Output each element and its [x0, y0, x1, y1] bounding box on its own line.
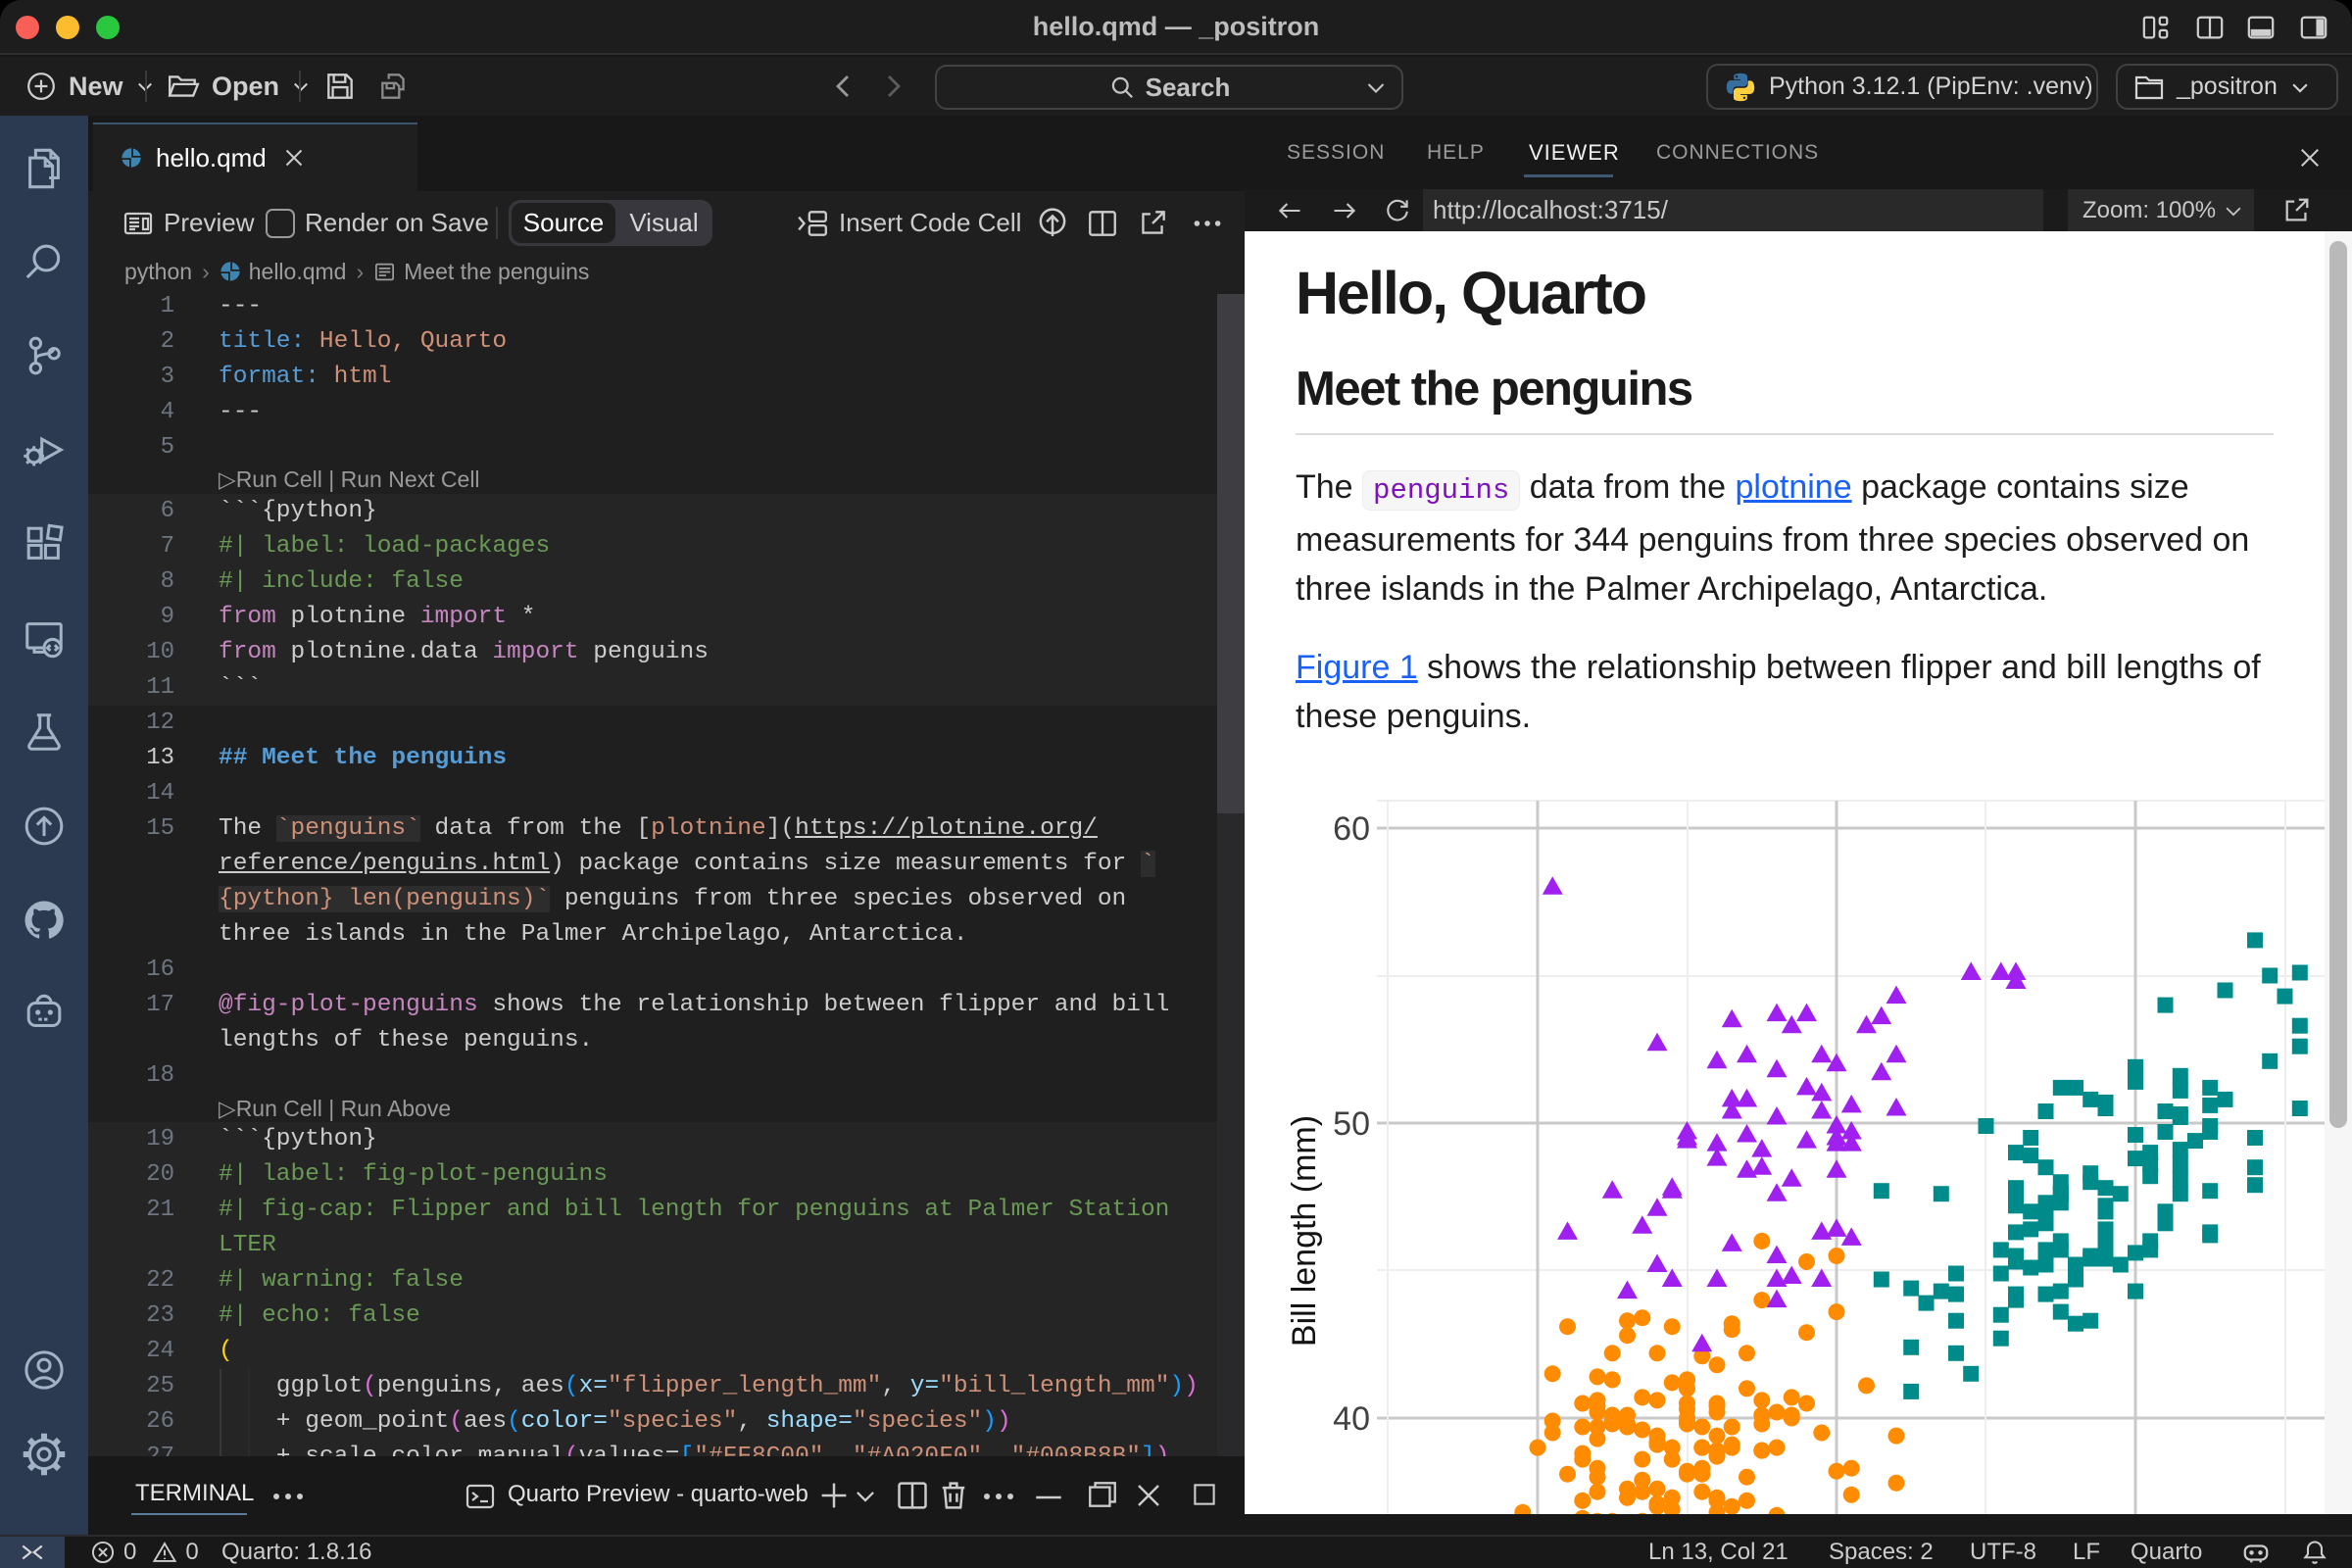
svg-text:50: 50 — [1333, 1105, 1370, 1143]
svg-text:40: 40 — [1333, 1400, 1370, 1438]
svg-text:Bill length (mm): Bill length (mm) — [1286, 1115, 1323, 1347]
svg-text:60: 60 — [1333, 810, 1370, 848]
